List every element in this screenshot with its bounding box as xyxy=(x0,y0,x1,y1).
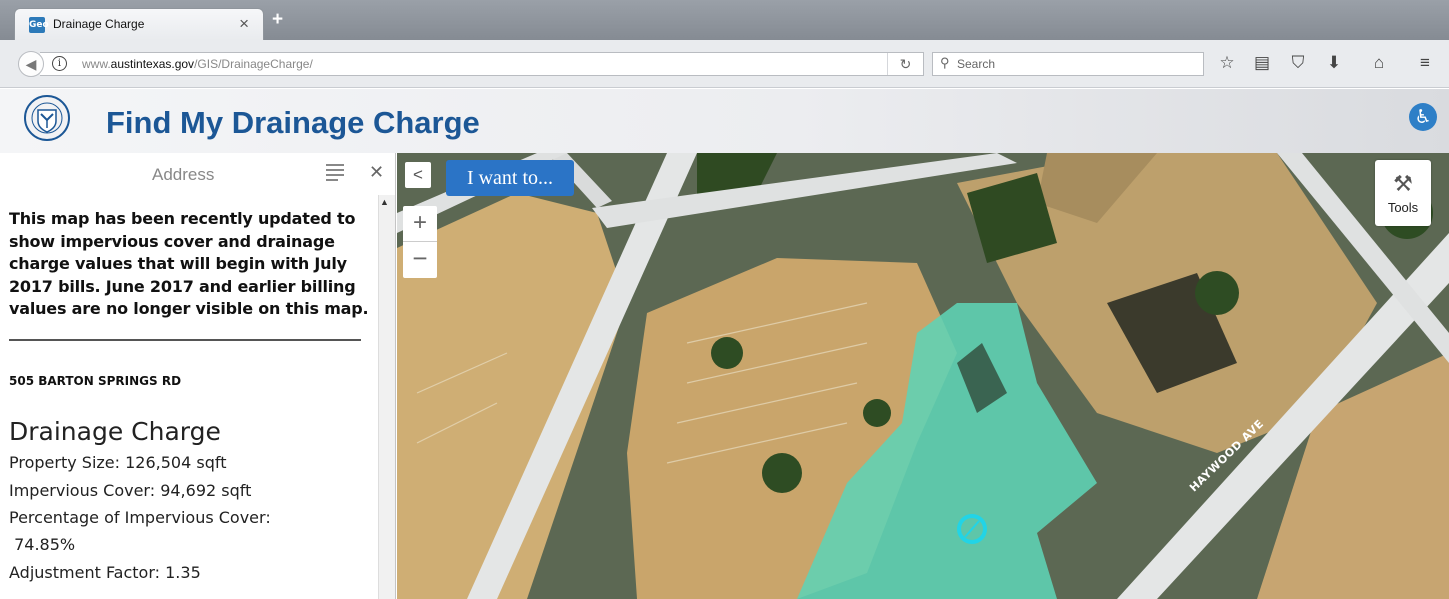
impervious-percentage-label: Percentage of Impervious Cover: xyxy=(9,508,271,527)
tools-button[interactable]: ⚒ Tools xyxy=(1375,160,1431,226)
search-icon: ⚲ xyxy=(940,55,950,70)
vegetation xyxy=(762,453,802,493)
app-header: Find My Drainage Charge ♿ xyxy=(0,89,1449,153)
back-button[interactable]: ◀ xyxy=(18,51,44,77)
geo-favicon-icon: Geo xyxy=(29,17,49,33)
vegetation xyxy=(863,399,891,427)
close-tab-icon[interactable]: × xyxy=(239,14,249,34)
vegetation xyxy=(711,337,743,369)
divider xyxy=(9,339,361,341)
url-text[interactable]: www.austintexas.gov/GIS/DrainageCharge/ xyxy=(82,57,313,71)
zoom-in-button[interactable]: + xyxy=(403,206,437,242)
browser-tab-bar: Geo Drainage Charge × + xyxy=(0,0,1449,40)
app-title: Find My Drainage Charge xyxy=(106,105,480,140)
impervious-cover: Impervious Cover: 94,692 sqft xyxy=(9,481,252,500)
update-notice: This map has been recently updated to sh… xyxy=(9,209,369,318)
site-info-icon[interactable]: i xyxy=(52,56,67,71)
panel-scrollbar[interactable] xyxy=(378,195,395,599)
zoom-control: + − xyxy=(403,206,437,278)
tab-title: Drainage Charge xyxy=(53,17,145,31)
drainage-charge-heading: Drainage Charge xyxy=(9,417,221,446)
wheelchair-icon[interactable]: ♿ xyxy=(1409,103,1437,131)
wrench-screwdriver-icon: ⚒ xyxy=(1393,172,1413,197)
i-want-to-button[interactable]: I want to... xyxy=(446,160,574,196)
panel-header: Address ✕ xyxy=(0,153,396,195)
vegetation xyxy=(1195,271,1239,315)
property-size: Property Size: 126,504 sqft xyxy=(9,453,227,472)
map-view[interactable]: < I want to... + − ⚒ Tools HAYWOOD AVE xyxy=(397,153,1449,599)
reload-icon[interactable]: ↻ xyxy=(887,53,923,75)
aerial-map[interactable] xyxy=(397,153,1449,599)
bookmark-star-icon[interactable]: ☆ xyxy=(1216,53,1238,73)
scroll-up-arrow-icon[interactable]: ▲ xyxy=(380,197,389,207)
adjustment-factor: Adjustment Factor: 1.35 xyxy=(9,563,201,582)
panel-menu-icon[interactable] xyxy=(326,164,344,184)
search-placeholder: Search xyxy=(957,57,996,71)
browser-nav-bar: i www.austintexas.gov/GIS/DrainageCharge… xyxy=(0,40,1449,88)
pocket-icon[interactable]: ⛉ xyxy=(1287,53,1309,73)
panel-title: Address xyxy=(152,165,215,184)
home-icon[interactable]: ⌂ xyxy=(1368,53,1390,73)
collapse-panel-button[interactable]: < xyxy=(405,162,431,188)
browser-tab[interactable]: Geo Drainage Charge × xyxy=(14,8,264,40)
property-address: 505 BARTON SPRINGS RD xyxy=(9,374,182,388)
search-input[interactable]: ⚲ Search xyxy=(932,52,1204,76)
new-tab-button[interactable]: + xyxy=(272,9,283,31)
tools-label: Tools xyxy=(1387,200,1419,215)
impervious-percentage-value: 74.85% xyxy=(9,535,76,554)
menu-icon[interactable]: ≡ xyxy=(1414,53,1436,73)
city-seal-logo xyxy=(24,95,70,141)
url-bar[interactable]: i www.austintexas.gov/GIS/DrainageCharge… xyxy=(40,52,924,76)
zoom-out-button[interactable]: − xyxy=(403,242,437,278)
address-panel: Address ✕ ▲ This map has been recently u… xyxy=(0,153,396,599)
panel-close-icon[interactable]: ✕ xyxy=(369,162,384,183)
reading-list-icon[interactable]: ▤ xyxy=(1251,53,1273,73)
download-icon[interactable]: ⬇ xyxy=(1323,53,1345,73)
